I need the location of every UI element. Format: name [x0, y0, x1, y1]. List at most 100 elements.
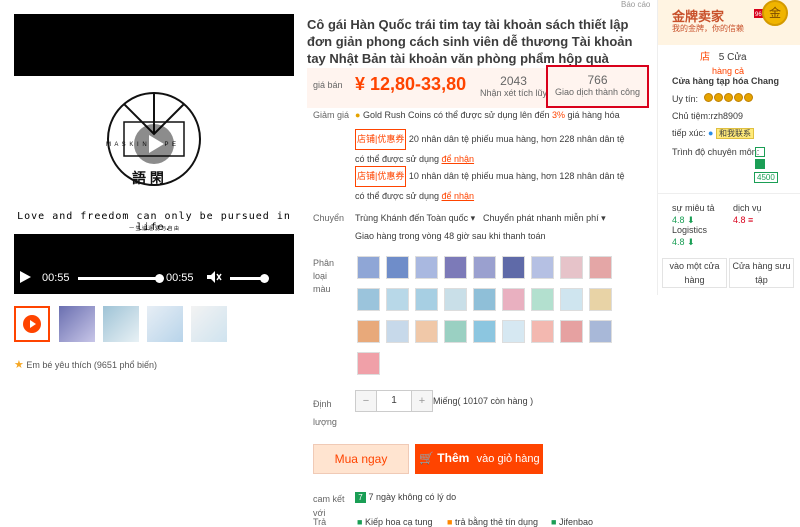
- variant-swatch[interactable]: [502, 320, 525, 343]
- store-count: 店 5 Cửa: [700, 52, 747, 63]
- variant-swatch[interactable]: [357, 352, 380, 375]
- favorite-store-button[interactable]: Cửa hàng sưu tập: [729, 258, 794, 288]
- mute-icon[interactable]: [206, 270, 222, 287]
- progress-knob[interactable]: [155, 274, 164, 283]
- quantity-minus-button[interactable]: −: [355, 390, 377, 412]
- price-value: ¥ 12,80-33,80: [355, 74, 467, 94]
- add-to-cart-button[interactable]: 🛒 Thêm vào giỏ hàng: [415, 444, 543, 474]
- divider: [658, 193, 800, 194]
- reputation-row: Uy tín:: [672, 93, 754, 104]
- contact-button[interactable]: 和我联系: [716, 128, 754, 139]
- variant-swatch[interactable]: [560, 256, 583, 279]
- variant-swatch[interactable]: [589, 288, 612, 311]
- enter-store-button[interactable]: vào một cửa hàng: [662, 258, 727, 288]
- buy-now-button[interactable]: Mua ngay: [313, 444, 409, 474]
- cart-icon: 🛒: [419, 451, 434, 465]
- variant-swatch[interactable]: [589, 320, 612, 343]
- seller-panel: 金牌卖家 我的金牌，你的信赖 96 打 破 限 金 店 5 Cửa hàng c…: [657, 0, 800, 295]
- seller-name[interactable]: Cửa hàng tạp hóa Chang: [672, 76, 779, 86]
- video-player[interactable]: M A S K I N T A P E 語 閑 Love and freedom…: [14, 14, 294, 294]
- quantity-plus-button[interactable]: +: [411, 390, 433, 412]
- pay-method-3: ■ Jifenbao: [551, 517, 593, 527]
- skill-label: Trình độ chuyên môn:: [672, 147, 760, 157]
- reviews-block[interactable]: 2043 Nhận xét tích lũy: [480, 74, 547, 98]
- reputation-crown-icon: [703, 93, 713, 102]
- report-link[interactable]: Báo cáo: [621, 0, 650, 9]
- txn-label: Giao dịch thành công: [554, 87, 641, 97]
- play-circle-icon: [23, 315, 41, 333]
- skill-level-icon: [755, 159, 765, 169]
- variant-swatch[interactable]: [386, 256, 409, 279]
- variant-swatch[interactable]: [444, 256, 467, 279]
- thumbnail-2[interactable]: [103, 306, 139, 342]
- txn-count: 766: [587, 73, 608, 87]
- coupon-1: 店铺|优惠券 20 nhân dân tệ phiếu mua hàng, hơ…: [355, 129, 635, 169]
- coin-icon: ●: [355, 110, 361, 120]
- thumbnail-video[interactable]: [14, 306, 50, 342]
- variant-swatch[interactable]: [589, 256, 612, 279]
- variant-swatch[interactable]: [386, 320, 409, 343]
- discount-label: Giảm giá: [313, 110, 350, 120]
- reputation-crown-icon: [743, 93, 753, 102]
- pay-method-2: ■ trả bằng thẻ tín dụng: [447, 517, 539, 527]
- current-time: 00:55: [42, 272, 70, 284]
- service-score: 4.8 ≡: [733, 215, 754, 225]
- shipping-route[interactable]: Trùng Khánh đến Toàn quốc ▾: [355, 213, 475, 224]
- variant-swatch[interactable]: [444, 320, 467, 343]
- variant-swatch[interactable]: [357, 320, 380, 343]
- pay-label: Trả: [313, 517, 327, 527]
- volume-knob[interactable]: [260, 274, 269, 283]
- play-overlay-icon[interactable]: [134, 124, 174, 164]
- get-coupon-link[interactable]: để nhận: [442, 154, 475, 164]
- thumbnail-3[interactable]: [147, 306, 183, 342]
- favorite-text: Em bé yêu thích (9651 phổ biến): [26, 360, 157, 370]
- thumbnail-1[interactable]: [59, 306, 95, 342]
- gold-seller-sub: 我的金牌，你的信赖: [672, 24, 744, 33]
- product-title: Cô gái Hàn Quốc trái tim tay tài khoản s…: [307, 17, 633, 66]
- variant-swatch[interactable]: [444, 288, 467, 311]
- transactions-block: 766 Giao dịch thành công: [546, 65, 649, 108]
- brand-logo: M A S K I N T A P E 語 閑: [84, 84, 224, 204]
- reviews-count: 2043: [500, 74, 527, 88]
- play-icon[interactable]: [18, 270, 32, 287]
- star-icon: ★: [14, 359, 24, 371]
- variant-swatch[interactable]: [473, 256, 496, 279]
- variant-swatch[interactable]: [531, 288, 554, 311]
- gold-medal-icon: 金: [762, 0, 788, 26]
- variant-swatch[interactable]: [473, 320, 496, 343]
- coupon-tag: 店铺|优惠券: [355, 166, 407, 187]
- reputation-crown-icon: [723, 93, 733, 102]
- coupon-tag: 店铺|优惠券: [355, 129, 407, 150]
- shipping-express[interactable]: Chuyển phát nhanh miễn phí ▾: [483, 213, 606, 224]
- thumbnail-4[interactable]: [191, 306, 227, 342]
- variant-swatch[interactable]: [357, 256, 380, 279]
- variant-swatch[interactable]: [473, 288, 496, 311]
- progress-bar[interactable]: [78, 277, 158, 280]
- variant-swatch[interactable]: [531, 256, 554, 279]
- get-coupon-link[interactable]: để nhận: [442, 191, 475, 201]
- store-icon: 店: [700, 52, 710, 63]
- price-label: giá bán: [313, 80, 343, 90]
- quantity-label: Định lượng: [313, 399, 337, 427]
- variant-swatch[interactable]: [531, 320, 554, 343]
- favorite-row[interactable]: ★ Em bé yêu thích (9651 phổ biến): [14, 358, 157, 371]
- skill-icon: [755, 147, 765, 157]
- desc-label: sự miêu tả: [672, 203, 715, 213]
- logo-chars: 語 閑: [132, 170, 164, 186]
- variant-swatch[interactable]: [415, 288, 438, 311]
- variant-swatch[interactable]: [386, 288, 409, 311]
- coupon-2: 店铺|优惠券 10 nhân dân tệ phiếu mua hàng, hơ…: [355, 166, 635, 206]
- variant-swatch[interactable]: [357, 288, 380, 311]
- variant-swatch[interactable]: [560, 320, 583, 343]
- quantity-input[interactable]: 1: [377, 390, 411, 412]
- total-time: 00:55: [166, 272, 194, 284]
- store-sub: hàng cả: [712, 66, 745, 76]
- variant-label: Phân loại màu: [313, 258, 335, 294]
- variant-swatch[interactable]: [560, 288, 583, 311]
- shipping-eta: Giao hàng trong vòng 48 giờ sau khi than…: [355, 231, 546, 241]
- logistics-label: Logistics: [672, 225, 708, 235]
- variant-swatch[interactable]: [415, 256, 438, 279]
- variant-swatch[interactable]: [415, 320, 438, 343]
- variant-swatch[interactable]: [502, 288, 525, 311]
- variant-swatch[interactable]: [502, 256, 525, 279]
